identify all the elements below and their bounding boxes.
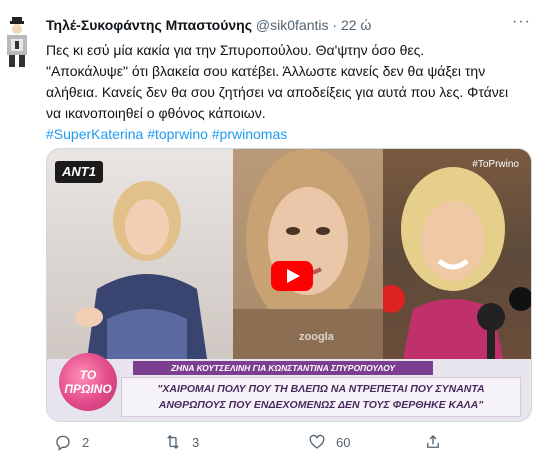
more-icon[interactable]: ···	[512, 13, 531, 31]
video-panel-middle	[233, 149, 383, 359]
reply-icon	[56, 435, 70, 451]
tweet-text: Πες κι εσύ μία κακία για την Σπυροπούλου…	[46, 40, 536, 145]
retweet-button[interactable]: 3	[164, 430, 199, 454]
tweet-text-line: αλήθεια. Κανείς δεν θα σου ζητήσει να απ…	[46, 84, 509, 100]
hashtag-line: #SuperKaterina #toprwino #prwinomas	[46, 124, 536, 145]
tweet-text-line: "Αποκάλυψε" ότι βλακεία σου κατέβει. Άλλ…	[46, 63, 486, 79]
hashtag-link[interactable]: #SuperKaterina	[46, 126, 143, 142]
like-count: 60	[336, 434, 351, 450]
hashtag-link[interactable]: #prwinomas	[212, 126, 287, 142]
tweet[interactable]: Τηλέ-Συκοφάντης Μπαστούνης @sik0fantis ·…	[0, 0, 549, 468]
play-icon[interactable]	[271, 261, 313, 291]
caption-banner-quote: "ΧΑΙΡΟΜΑΙ ΠΟΛΥ ΠΟΥ ΤΗ ΒΛΕΠΩ ΝΑ ΝΤΡΕΠΕΤΑΙ…	[121, 377, 521, 417]
corner-hashtag: #ToPrwino	[472, 159, 519, 170]
video-preview[interactable]: ANT1 #ToPrwino zoogla ΖΗΝΑ ΚΟΥΤΣΕΛΙΝΗ ΓΙ…	[46, 148, 532, 422]
retweet-icon	[167, 435, 179, 449]
tweet-timestamp[interactable]: 22 ώ	[341, 17, 371, 33]
like-button[interactable]: 60	[308, 430, 350, 454]
like-icon	[309, 434, 325, 449]
avatar[interactable]	[3, 17, 31, 69]
share-button[interactable]	[424, 430, 442, 454]
video-watermark: zoogla	[299, 331, 334, 343]
reply-button[interactable]: 2	[54, 430, 89, 454]
author-display-name[interactable]: Τηλέ-Συκοφάντης Μπαστούνης	[46, 17, 252, 33]
tweet-actions: 2 3 60	[46, 430, 532, 454]
separator-dot: ·	[332, 17, 338, 33]
reply-count: 2	[82, 434, 90, 450]
show-logo: TO ΠΡΩΙΝΟ	[59, 353, 117, 411]
author-handle[interactable]: @sik0fantis	[256, 17, 329, 33]
channel-logo: ANT1	[55, 161, 103, 183]
caption-banner-title: ΖΗΝΑ ΚΟΥΤΣΕΛΙΝΗ ΓΙΑ ΚΩΝΣΤΑΝΤΙΝΑ ΣΠΥΡΟΠΟΥ…	[133, 361, 433, 375]
share-icon	[427, 435, 439, 448]
hashtag-link[interactable]: #toprwino	[147, 126, 208, 142]
retweet-count: 3	[192, 434, 200, 450]
caption-quote-line: "ΧΑΙΡΟΜΑΙ ΠΟΛΥ ΠΟΥ ΤΗ ΒΛΕΠΩ ΝΑ ΝΤΡΕΠΕΤΑΙ…	[157, 383, 485, 395]
video-panel-right	[377, 149, 531, 359]
tweet-header: Τηλέ-Συκοφάντης Μπαστούνης @sik0fantis ·…	[46, 16, 371, 34]
tweet-text-line: Πες κι εσύ μία κακία για την Σπυροπούλου…	[46, 42, 425, 58]
caption-quote-line: ΑΝΘΡΩΠΟΥΣ ΠΟΥ ΕΝΔΕΧΟΜΕΝΩΣ ΔΕΝ ΤΟΥΣ ΦΕΡΘΗ…	[158, 399, 484, 411]
tweet-text-line: να ικανοποιηθεί ο φθόνος κάποιων.	[46, 105, 266, 121]
